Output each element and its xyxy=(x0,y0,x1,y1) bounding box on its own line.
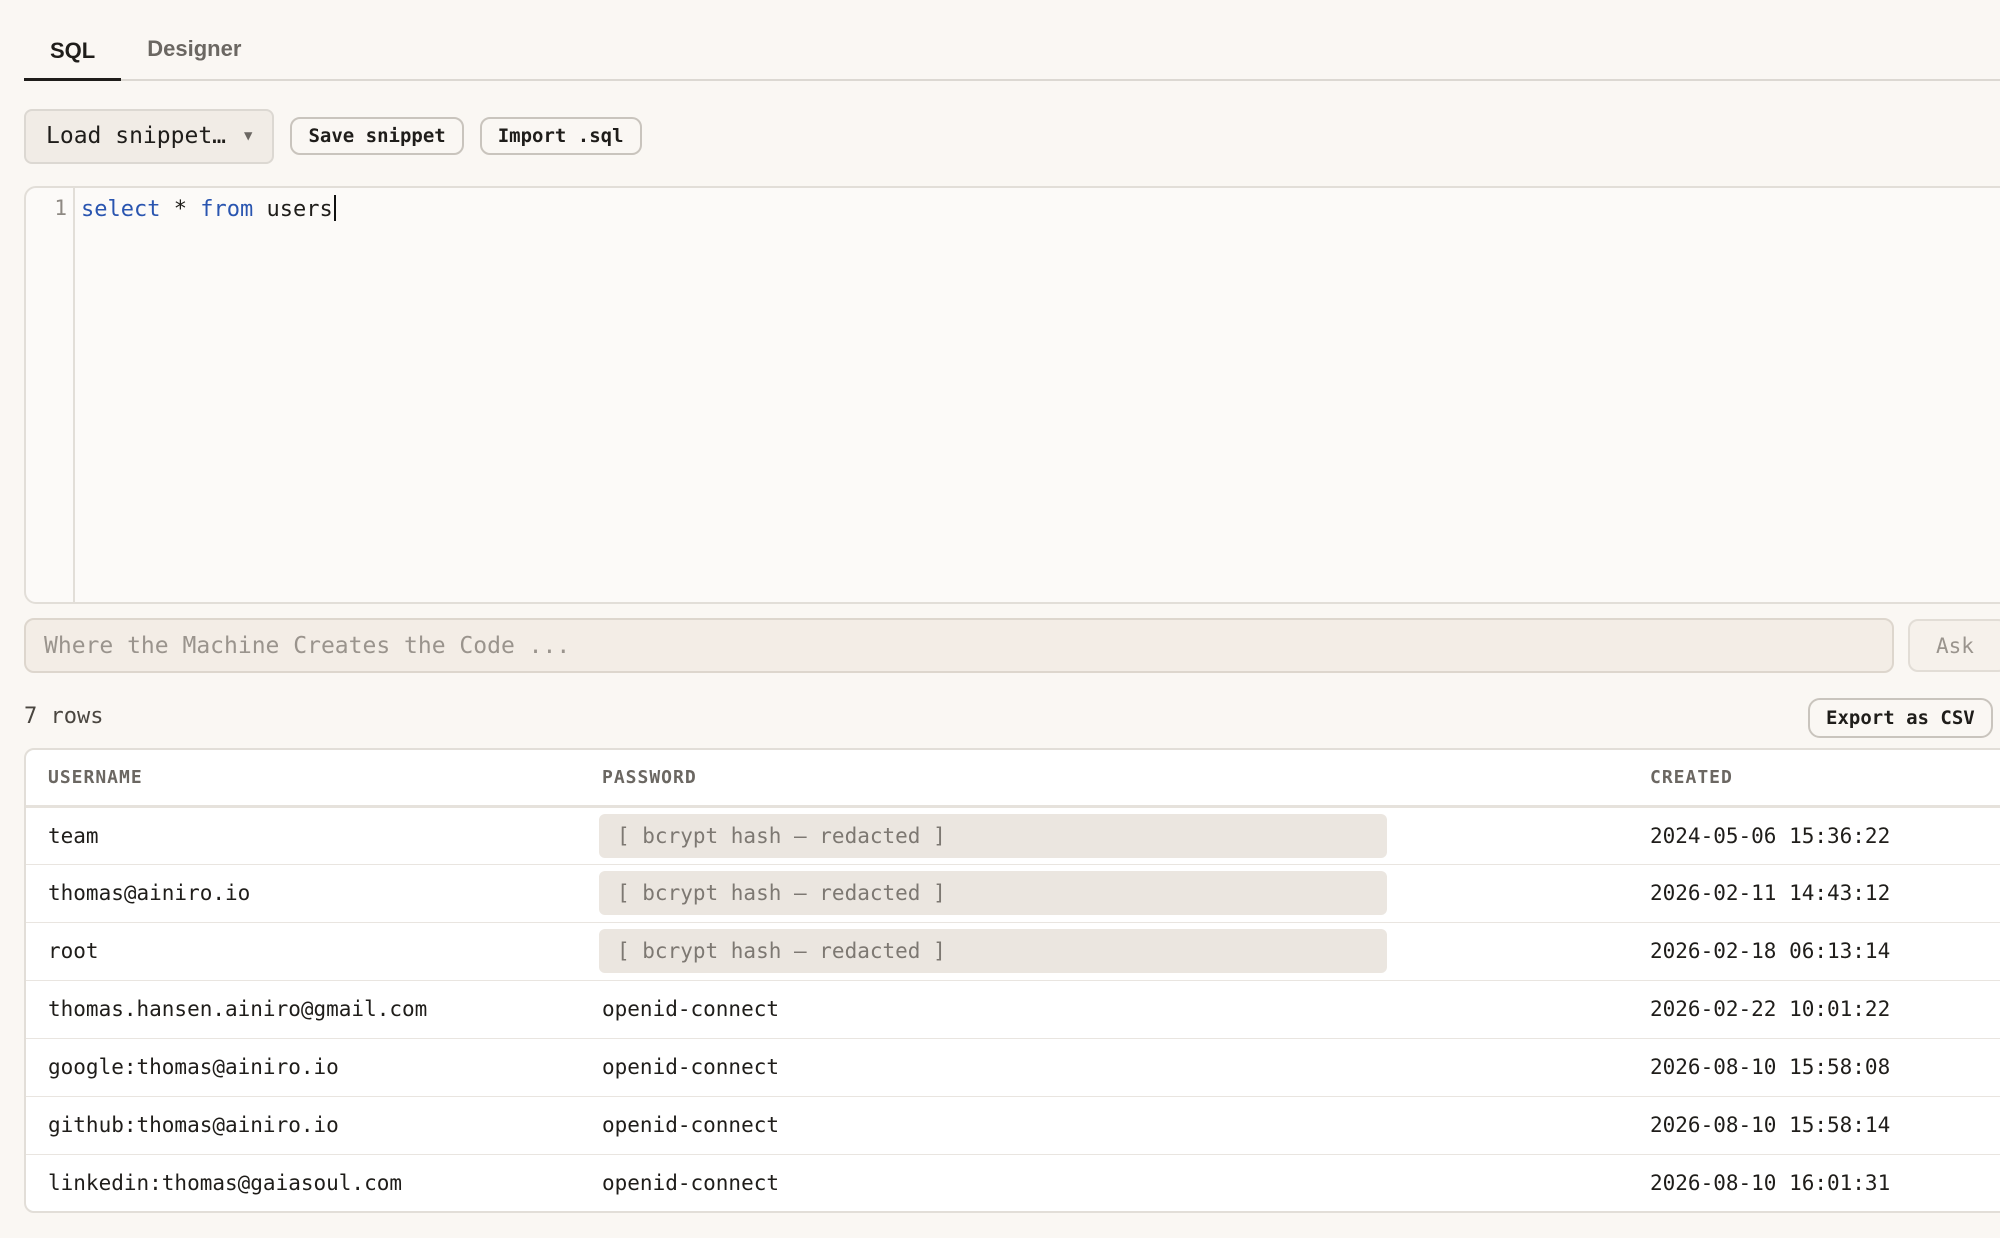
cell-created: 2026-08-10 16:01:31 xyxy=(1650,1171,1891,1196)
sql-workspace: SQL Designer Load snippet… ▼ Save snippe… xyxy=(0,0,2000,1238)
cell-password: [ bcrypt hash — redacted ] xyxy=(580,806,1628,865)
cell-created: 2024-05-06 15:36:22 xyxy=(1628,806,2000,865)
ask-button[interactable]: Ask xyxy=(1908,619,2000,672)
import-sql-button[interactable]: Import .sql xyxy=(479,117,642,155)
export-csv-button[interactable]: Export as CSV xyxy=(1808,698,1993,738)
load-snippet-label: Load snippet… xyxy=(46,123,227,149)
table-row[interactable]: root [ bcrypt hash — redacted ] 2026-02-18… xyxy=(26,922,2000,981)
line-number: 1 xyxy=(54,196,67,220)
cell-password: openid-connect xyxy=(580,1038,1628,1097)
cell-username: linkedin:thomas@gaiasoul.com xyxy=(48,1171,403,1196)
cell-password: [ bcrypt hash — redacted ] xyxy=(580,864,1628,923)
row-count: 7 rows xyxy=(24,704,104,729)
cell-password: openid-connect xyxy=(602,1171,780,1196)
keyword-from: from xyxy=(200,197,254,222)
table-row[interactable]: thomas@ainiro.io [ bcrypt hash — redacted… xyxy=(26,864,2000,923)
save-snippet-button[interactable]: Save snippet xyxy=(290,117,464,155)
cell-created: 2026-02-18 06:13:14 xyxy=(1628,922,2000,981)
column-header-created[interactable]: CREATED xyxy=(1628,750,2000,808)
keyword-select: select xyxy=(81,197,161,222)
results-table: USERNAME PASSWORD CREATED team [ bcrypt h… xyxy=(24,748,2000,1213)
ai-prompt-input[interactable] xyxy=(24,618,1894,673)
code-table-name: users xyxy=(253,197,333,222)
cell-password: openid-connect xyxy=(580,980,1628,1039)
tab-sql[interactable]: SQL xyxy=(24,1,122,81)
tab-bar: SQL Designer xyxy=(24,0,2000,81)
code-line[interactable]: select * from users xyxy=(81,195,336,222)
redacted-hash-badge: [ bcrypt hash — redacted ] xyxy=(599,929,1387,973)
table-row[interactable]: google:thomas@ainiro.io openid-connect 202… xyxy=(26,1038,2000,1097)
cell-username: thomas.hansen.ainiro@gmail.com xyxy=(26,980,580,1039)
column-header-password[interactable]: PASSWORD xyxy=(580,750,1628,808)
sql-editor[interactable]: 1 select * from users xyxy=(24,186,2000,604)
line-gutter: 1 xyxy=(26,188,75,602)
editor-toolbar: Load snippet… ▼ Save snippet Import .sql xyxy=(24,108,642,164)
table-row[interactable]: thomas.hansen.ainiro@gmail.com openid-con… xyxy=(26,980,2000,1039)
cell-password: [ bcrypt hash — redacted ] xyxy=(580,922,1628,981)
redacted-hash-badge: [ bcrypt hash — redacted ] xyxy=(599,871,1387,915)
chevron-down-icon: ▼ xyxy=(244,128,253,144)
table-header-row: USERNAME PASSWORD CREATED xyxy=(26,750,2000,808)
redacted-hash-badge: [ bcrypt hash — redacted ] xyxy=(599,813,1387,858)
cell-created: 2026-02-11 14:43:12 xyxy=(1628,864,2000,923)
column-header-username[interactable]: USERNAME xyxy=(26,750,580,808)
table-row[interactable]: linkedin:thomas@gaiasoul.com openid-conne… xyxy=(26,1154,2000,1211)
load-snippet-select[interactable]: Load snippet… ▼ xyxy=(24,108,275,164)
cell-username: thomas@ainiro.io xyxy=(26,864,580,923)
cell-username: google:thomas@ainiro.io xyxy=(26,1038,580,1097)
cell-created: 2026-08-10 15:58:14 xyxy=(1628,1096,2000,1155)
cell-username: root xyxy=(26,922,580,981)
table-row[interactable]: team [ bcrypt hash — redacted ] 2024-05-06… xyxy=(26,806,2000,865)
cell-created: 2026-08-10 15:58:08 xyxy=(1628,1038,2000,1097)
cell-username: team xyxy=(26,806,580,865)
text-cursor xyxy=(333,195,336,221)
cell-password: openid-connect xyxy=(580,1096,1628,1155)
table-row[interactable]: github:thomas@ainiro.io openid-connect 202… xyxy=(26,1096,2000,1155)
code-star: * xyxy=(160,197,201,222)
tab-designer[interactable]: Designer xyxy=(121,0,267,79)
cell-created: 2026-02-22 10:01:22 xyxy=(1628,980,2000,1039)
cell-username: github:thomas@ainiro.io xyxy=(26,1096,580,1155)
